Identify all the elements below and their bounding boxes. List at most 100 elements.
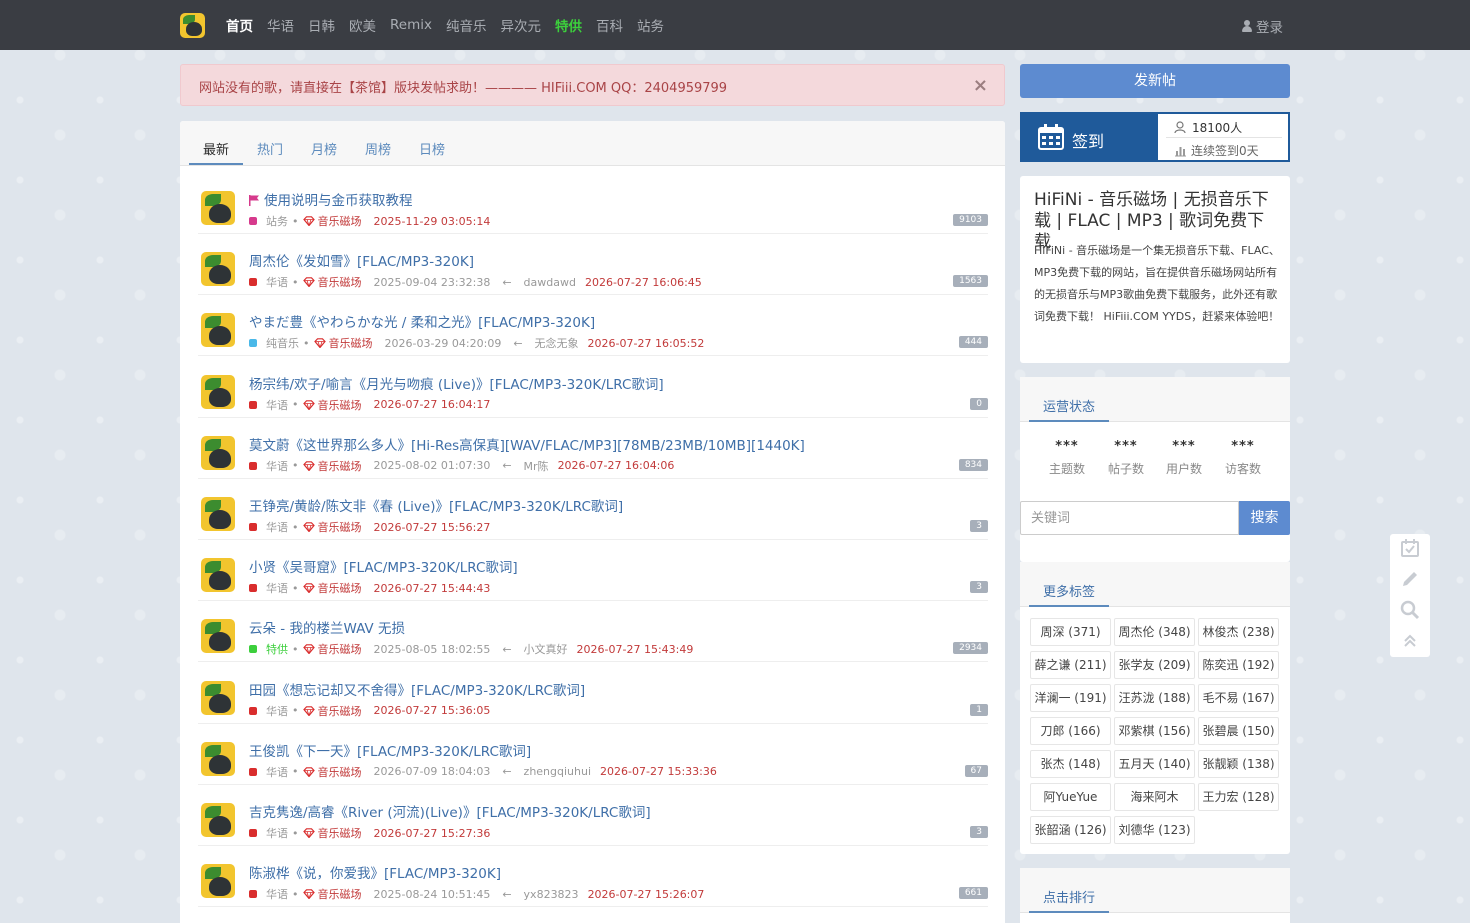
tag-chip[interactable]: 五月天 (140) <box>1114 750 1195 778</box>
tag-chip[interactable]: 刘德华 (123) <box>1114 816 1195 844</box>
last-reply-user[interactable]: 无念无象 <box>535 335 579 351</box>
thread-category[interactable]: 华语 <box>266 580 288 596</box>
last-reply-user[interactable]: Mr陈 <box>524 458 549 474</box>
tag-chip[interactable]: 洋澜一 (191) <box>1030 684 1111 712</box>
thread-title-link[interactable]: 小贤《吴哥窟》[FLAC/MP3-320K/LRC歌词] <box>249 556 518 576</box>
tag-chip[interactable]: 林俊杰 (238) <box>1198 618 1279 646</box>
pencil-icon[interactable] <box>1400 569 1420 589</box>
thread-author[interactable]: 音乐磁场 <box>318 519 362 535</box>
avatar[interactable] <box>201 741 235 776</box>
last-reply-user[interactable]: yx823823 <box>524 888 579 901</box>
thread-title-link[interactable]: 周杰伦《发如雪》[FLAC/MP3-320K] <box>249 250 474 270</box>
thread-author[interactable]: 音乐磁场 <box>318 886 362 902</box>
alert-close-button[interactable]: × <box>973 75 988 96</box>
tag-chip[interactable]: 张靓颖 (138) <box>1198 750 1279 778</box>
thread-category[interactable]: 华语 <box>266 397 288 413</box>
tag-chip[interactable]: 海来阿木 <box>1114 783 1195 811</box>
thread-category[interactable]: 华语 <box>266 886 288 902</box>
tag-chip[interactable]: 邓紫棋 (156) <box>1114 717 1195 745</box>
thread-category[interactable]: 华语 <box>266 825 288 841</box>
tag-chip[interactable]: 王力宏 (128) <box>1198 783 1279 811</box>
thread-author[interactable]: 音乐磁场 <box>318 641 362 657</box>
thread-author[interactable]: 音乐磁场 <box>318 458 362 474</box>
nav-item-pure-music[interactable]: 纯音乐 <box>446 15 487 35</box>
nav-item-site-affairs[interactable]: 站务 <box>637 15 664 35</box>
search-button[interactable]: 搜索 <box>1239 501 1290 535</box>
nav-item-home[interactable]: 首页 <box>226 15 253 35</box>
thread-category[interactable]: 华语 <box>266 764 288 780</box>
thread-title-link[interactable]: 王铮亮/黄龄/陈文非《春 (Live)》[FLAC/MP3-320K/LRC歌词… <box>249 495 623 515</box>
thread-title-link[interactable]: やまだ豊《やわらかな光 / 柔和之光》[FLAC/MP3-320K] <box>249 311 595 331</box>
thread-author[interactable]: 音乐磁场 <box>318 703 362 719</box>
thread-title-link[interactable]: 王俊凯《下一天》[FLAC/MP3-320K/LRC歌词] <box>249 740 531 760</box>
nav-item-acg[interactable]: 异次元 <box>500 15 541 35</box>
avatar[interactable] <box>201 680 235 715</box>
avatar[interactable] <box>201 558 235 593</box>
tab-monthly[interactable]: 月榜 <box>311 139 337 158</box>
thread-author[interactable]: 音乐磁场 <box>329 335 373 351</box>
tag-chip[interactable]: 张杰 (148) <box>1030 750 1111 778</box>
thread-author[interactable]: 音乐磁场 <box>318 825 362 841</box>
thread-title-link[interactable]: 吉克隽逸/高睿《River (河流)(Live)》[FLAC/MP3-320K/… <box>249 801 651 821</box>
thread-category[interactable]: 华语 <box>266 274 288 290</box>
last-reply-user[interactable]: 小文真好 <box>524 641 568 657</box>
avatar[interactable] <box>201 803 235 837</box>
thread-author[interactable]: 音乐磁场 <box>318 213 362 229</box>
thread-title-link[interactable]: 杨宗纬/欢子/喻言《月光与吻痕 (Live)》[FLAC/MP3-320K/LR… <box>249 373 664 393</box>
tag-chip[interactable]: 陈奕迅 (192) <box>1198 651 1279 679</box>
login-link[interactable]: 登录 <box>1242 16 1283 36</box>
thread-category[interactable]: 纯音乐 <box>266 335 299 351</box>
thread-title-link[interactable]: 云朵 - 我的楼兰WAV 无损 <box>249 617 405 637</box>
tab-hot[interactable]: 热门 <box>257 139 283 158</box>
nav-item-jpkr[interactable]: 日韩 <box>308 15 335 35</box>
back-to-top-icon[interactable] <box>1400 631 1420 651</box>
avatar[interactable] <box>201 497 235 531</box>
thread-title-link[interactable]: 田园《想忘记却又不舍得》[FLAC/MP3-320K/LRC歌词] <box>249 679 585 699</box>
thread-author[interactable]: 音乐磁场 <box>318 764 362 780</box>
avatar[interactable] <box>201 374 235 409</box>
tab-daily[interactable]: 日榜 <box>419 139 445 158</box>
nav-item-western[interactable]: 欧美 <box>349 15 376 35</box>
avatar[interactable] <box>201 864 235 899</box>
thread-author[interactable]: 音乐磁场 <box>318 274 362 290</box>
tag-chip[interactable]: 毛不易 (167) <box>1198 684 1279 712</box>
thread-title-link[interactable]: 使用说明与金币获取教程 <box>249 189 413 209</box>
last-reply-user[interactable]: dawdawd <box>524 276 576 289</box>
avatar[interactable] <box>201 252 235 287</box>
tag-chip[interactable]: 张碧晨 (150) <box>1198 717 1279 745</box>
last-reply-user[interactable]: zhengqiuhui <box>524 765 591 778</box>
tag-chip[interactable]: 汪苏泷 (188) <box>1114 684 1195 712</box>
thread-category[interactable]: 站务 <box>266 213 288 229</box>
thread-category[interactable]: 华语 <box>266 458 288 474</box>
tab-latest[interactable]: 最新 <box>203 139 229 158</box>
thread-title-link[interactable]: 陈淑桦《说，你爱我》[FLAC/MP3-320K] <box>249 862 501 882</box>
tag-chip[interactable]: 薛之谦 (211) <box>1030 651 1111 679</box>
search-input[interactable] <box>1020 501 1239 535</box>
tab-weekly[interactable]: 周榜 <box>365 139 391 158</box>
nav-item-remix[interactable]: Remix <box>390 17 432 33</box>
avatar[interactable] <box>201 435 235 470</box>
tag-chip[interactable]: 阿YueYue <box>1030 783 1111 811</box>
thread-author[interactable]: 音乐磁场 <box>318 580 362 596</box>
nav-item-chinese[interactable]: 华语 <box>267 15 294 35</box>
thread-author[interactable]: 音乐磁场 <box>318 397 362 413</box>
thread-category[interactable]: 特供 <box>266 641 288 657</box>
site-logo[interactable] <box>180 13 205 38</box>
search-icon[interactable] <box>1400 600 1420 620</box>
tag-chip[interactable]: 周杰伦 (348) <box>1114 618 1195 646</box>
thread-category[interactable]: 华语 <box>266 519 288 535</box>
avatar[interactable] <box>201 619 235 654</box>
tag-chip[interactable]: 周深 (371) <box>1030 618 1111 646</box>
tag-chip[interactable]: 张韶涵 (126) <box>1030 816 1111 844</box>
avatar[interactable] <box>201 191 235 225</box>
avatar[interactable] <box>201 313 235 348</box>
new-post-button[interactable]: 发新帖 <box>1020 64 1290 98</box>
checkin-icon[interactable] <box>1400 538 1420 558</box>
signin-button[interactable]: 签到 <box>1022 114 1158 160</box>
thread-title-link[interactable]: 莫文蔚《这世界那么多人》[Hi-Res高保真][WAV/FLAC/MP3][78… <box>249 434 805 454</box>
tag-chip[interactable]: 张学友 (209) <box>1114 651 1195 679</box>
tag-chip[interactable]: 刀郎 (166) <box>1030 717 1111 745</box>
nav-item-wiki[interactable]: 百科 <box>596 15 623 35</box>
nav-item-special[interactable]: 特供 <box>555 15 582 35</box>
thread-category[interactable]: 华语 <box>266 703 288 719</box>
